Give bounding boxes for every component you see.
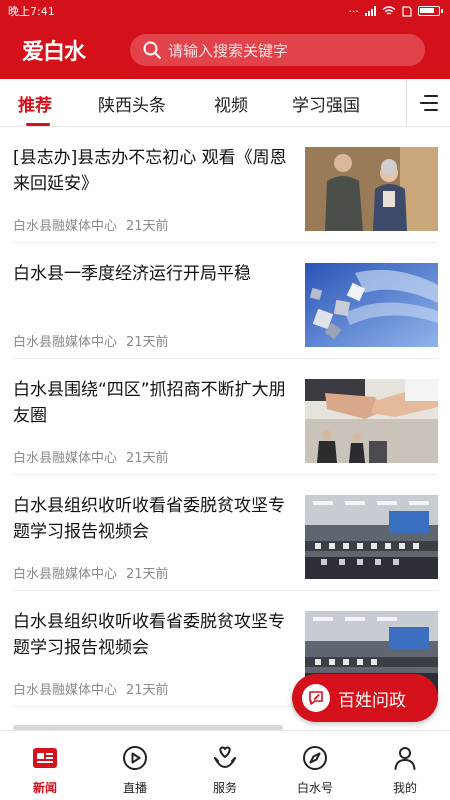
- battery-icon: [418, 6, 443, 16]
- status-time: 晚上7:41: [8, 5, 55, 18]
- compass-icon: [300, 743, 330, 773]
- article-card[interactable]: [县志办]县志办不忘初心 观看《周恩来回延安》 白水县融媒体中心 21天前: [0, 127, 450, 243]
- article-source: 白水县融媒体中心: [13, 335, 118, 350]
- nav-item-news[interactable]: 新闻: [0, 731, 90, 800]
- wifi-icon: [382, 6, 396, 15]
- nav-label: 白水号: [296, 781, 333, 795]
- article-title: 白水县围绕“四区”抓招商不断扩大朋友圈: [13, 380, 286, 426]
- tab-xuexi-qiangguo[interactable]: 学习强国: [292, 91, 360, 116]
- nav-item-live[interactable]: 直播: [90, 731, 180, 800]
- petition-label: 百姓问政: [338, 690, 406, 711]
- nav-item-baishui-account[interactable]: 白水号: [270, 731, 360, 800]
- play-icon: [120, 743, 150, 773]
- article-meta: 白水县融媒体中心 21天前: [13, 331, 169, 350]
- article-time: 21天前: [126, 451, 169, 466]
- channel-menu-button[interactable]: [406, 79, 450, 126]
- status-bar: 晚上7:41 ···: [0, 0, 450, 22]
- article-source: 白水县融媒体中心: [13, 683, 118, 698]
- menu-icon: [419, 94, 438, 111]
- article-title: 白水县一季度经济运行开局平稳: [13, 264, 251, 284]
- article-thumbnail: [305, 263, 438, 347]
- search-input[interactable]: 请输入搜索关键字: [130, 34, 425, 66]
- channel-tabs: 推荐 陕西头条 视频 学习强国: [0, 79, 450, 127]
- app-header: 晚上7:41 ··· 爱白水 请输入搜索关键字: [0, 0, 450, 79]
- tab-video[interactable]: 视频: [214, 91, 248, 116]
- article-meta: 白水县融媒体中心 21天前: [13, 215, 169, 234]
- article-time: 21天前: [126, 335, 169, 350]
- heart-hands-icon: [210, 743, 240, 773]
- article-time: 21天前: [126, 219, 169, 234]
- edit-bubble-icon: [302, 684, 330, 712]
- article-thumbnail: [305, 147, 438, 231]
- article-title: 白水县组织收听收看省委脱贫攻坚专题学习报告视频会: [13, 612, 285, 658]
- news-feed[interactable]: [县志办]县志办不忘初心 观看《周恩来回延安》 白水县融媒体中心 21天前 白水县…: [0, 127, 450, 730]
- article-card[interactable]: 白水县组织收听收看省委脱贫攻坚专题学习报告视频会 白水县融媒体中心 21天前: [0, 475, 450, 591]
- tab-recommended[interactable]: 推荐: [18, 91, 52, 116]
- nav-item-services[interactable]: 服务: [180, 731, 270, 800]
- citizen-petition-button[interactable]: 百姓问政: [292, 674, 438, 722]
- sim-card-icon: [402, 5, 412, 17]
- article-card[interactable]: 白水县围绕“四区”抓招商不断扩大朋友圈 白水县融媒体中心 21天前: [0, 359, 450, 475]
- article-meta: 白水县融媒体中心 21天前: [13, 679, 169, 698]
- article-meta: 白水县融媒体中心 21天前: [13, 563, 169, 582]
- signal-icon: [365, 6, 376, 16]
- nav-label: 服务: [212, 781, 237, 795]
- article-meta: 白水县融媒体中心 21天前: [13, 447, 169, 466]
- search-placeholder: 请输入搜索关键字: [168, 41, 289, 60]
- article-time: 21天前: [126, 683, 169, 698]
- article-time: 21天前: [126, 567, 169, 582]
- article-title: 白水县组织收听收看省委脱贫攻坚专题学习报告视频会: [13, 496, 285, 542]
- article-source: 白水县融媒体中心: [13, 567, 118, 582]
- bottom-navigation: 新闻 直播 服务 白水号 我的: [0, 730, 450, 800]
- app-logo: 爱白水: [22, 39, 86, 65]
- nav-label: 我的: [392, 781, 417, 795]
- news-icon: [30, 743, 60, 773]
- more-dots-icon: ···: [348, 4, 360, 18]
- article-source: 白水县融媒体中心: [13, 219, 118, 234]
- article-source: 白水县融媒体中心: [13, 451, 118, 466]
- person-icon: [390, 743, 420, 773]
- article-thumbnail: [305, 379, 438, 463]
- search-icon: [143, 41, 161, 59]
- active-tab-indicator: [26, 123, 50, 126]
- status-icons: ···: [348, 4, 443, 18]
- nav-item-profile[interactable]: 我的: [360, 731, 450, 800]
- nav-label: 新闻: [32, 781, 57, 795]
- article-card[interactable]: 白水县一季度经济运行开局平稳 白水县融媒体中心 21天前: [0, 243, 450, 359]
- article-title: [县志办]县志办不忘初心 观看《周恩来回延安》: [13, 148, 287, 194]
- article-thumbnail: [305, 495, 438, 579]
- tab-shaanxi-headlines[interactable]: 陕西头条: [98, 91, 166, 116]
- nav-label: 直播: [122, 781, 147, 795]
